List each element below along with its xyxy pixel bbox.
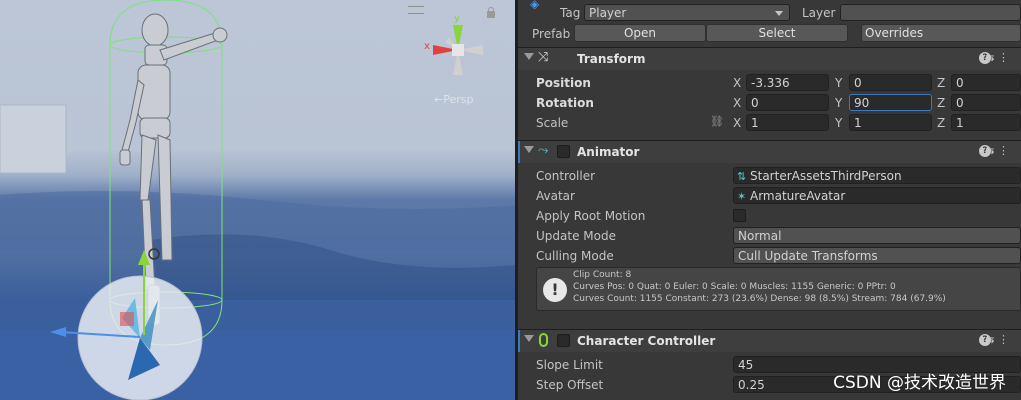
tag-dropdown[interactable]: Player (584, 4, 790, 21)
avatar-value: ArmatureAvatar (750, 189, 846, 203)
scene-panel-plane (0, 104, 67, 174)
transform-title: Transform (577, 52, 646, 66)
transform-header[interactable]: ⤨ Transform ? ⇆ ⋮ (518, 47, 1021, 70)
transform-icon: ⤨ (538, 50, 549, 65)
preset-icon[interactable]: ⇆ ⋮ (985, 333, 1009, 346)
axis-z-label: Z (937, 116, 946, 130)
gizmo-x-label: x (424, 41, 430, 52)
character-controller-title: Character Controller (577, 334, 716, 348)
inspector-panel: ◈ Tag Player Layer Prefab Open Select Ov… (518, 0, 1021, 400)
prefab-select-button[interactable]: Select (706, 24, 848, 42)
lock-shackle (488, 7, 494, 13)
slope-limit-label: Slope Limit (536, 358, 603, 372)
rotation-row: Rotation X 0 Y 90 Z 0 (518, 93, 1021, 113)
update-mode-dropdown[interactable]: Normal (733, 227, 1021, 244)
axis-y-label: Y (835, 116, 843, 130)
update-mode-row: Update Mode Normal (518, 226, 1021, 246)
culling-mode-dropdown[interactable]: Cull Update Transforms (733, 247, 1021, 264)
axis-x-label: X (733, 96, 742, 110)
animator-controller-icon: ⇅ (737, 170, 747, 183)
culling-mode-row: Culling Mode Cull Update Transforms (518, 246, 1021, 266)
animator-info-box: ! Clip Count: 8 Curves Pos: 0 Quat: 0 Eu… (536, 267, 1021, 311)
position-x-field[interactable]: -3.336 (746, 74, 829, 91)
step-offset-label: Step Offset (536, 378, 604, 392)
watermark-text: CSDN @技术改造世界 (833, 373, 1006, 393)
layer-dropdown[interactable] (840, 4, 1021, 21)
info-curves-count: Curves Count: 1155 Constant: 273 (23.6%)… (573, 294, 946, 304)
info-clip-count: Clip Count: 8 (573, 270, 632, 280)
fold-arrow-icon[interactable] (524, 146, 534, 153)
controller-object-field[interactable]: ⇅ StarterAssetsThirdPerson (733, 167, 1021, 184)
apply-root-motion-checkbox[interactable] (733, 209, 746, 222)
ground-plane (0, 330, 515, 400)
layer-label: Layer (802, 6, 836, 20)
preset-icon[interactable]: ⇆ ⋮ (985, 51, 1009, 64)
scale-z-field[interactable]: 1 (951, 114, 1021, 131)
scale-label: Scale (536, 116, 569, 130)
gameobject-icon: ◈ (530, 0, 540, 11)
rotation-x-field[interactable]: 0 (746, 94, 829, 111)
axis-z-label: Z (937, 76, 946, 90)
character-controller-enabled-checkbox[interactable] (557, 334, 570, 347)
constrain-proportions-icon[interactable]: ⛓ (710, 115, 724, 128)
update-mode-value: Normal (738, 229, 782, 243)
prefab-overrides-dropdown[interactable]: Overrides (861, 24, 1021, 42)
prefab-open-button[interactable]: Open (574, 24, 706, 42)
apply-root-motion-label: Apply Root Motion (536, 209, 646, 223)
component-accent-bar (518, 141, 520, 163)
chevron-down-icon (775, 11, 783, 16)
rotation-label: Rotation (536, 96, 594, 110)
animator-icon: ⤳ (538, 143, 549, 158)
avatar-row: Avatar ✶ ArmatureAvatar (518, 186, 1021, 206)
gizmo-y-label: y (454, 13, 460, 24)
tag-layer-row: ◈ Tag Player Layer (518, 0, 1021, 23)
character-controller-header[interactable]: Character Controller ? ⇆ ⋮ (518, 329, 1021, 352)
fold-arrow-icon[interactable] (524, 53, 534, 60)
character-controller-icon (539, 333, 548, 347)
persp-label[interactable]: ←Persp (434, 93, 473, 106)
position-label: Position (536, 76, 591, 90)
axis-x-label: X (733, 116, 742, 130)
info-warning-icon: ! (543, 278, 567, 302)
preset-icon[interactable]: ⇆ ⋮ (985, 144, 1009, 157)
info-curves-pos: Curves Pos: 0 Quat: 0 Euler: 0 Scale: 0 … (573, 282, 896, 292)
controller-label: Controller (536, 169, 596, 183)
fold-arrow-icon[interactable] (524, 335, 534, 342)
avatar-label: Avatar (536, 189, 575, 203)
scale-x-field[interactable]: 1 (746, 114, 829, 131)
axis-x-label: X (733, 76, 742, 90)
position-z-field[interactable]: 0 (951, 74, 1021, 91)
controller-value: StarterAssetsThirdPerson (750, 169, 902, 183)
rotation-z-field[interactable]: 0 (951, 94, 1021, 111)
position-y-field[interactable]: 0 (849, 74, 932, 91)
animator-enabled-checkbox[interactable] (557, 145, 570, 158)
prefab-row: Prefab Open Select Overrides (518, 24, 1021, 44)
scene-view[interactable]: y x ←Persp (0, 0, 515, 400)
prefab-label: Prefab (532, 27, 571, 41)
tag-value: Player (589, 6, 627, 20)
avatar-icon: ✶ (737, 190, 747, 203)
position-row: Position X -3.336 Y 0 Z 0 (518, 73, 1021, 93)
culling-mode-value: Cull Update Transforms (738, 249, 878, 263)
scene-menu-lines-icon[interactable] (408, 6, 424, 14)
animator-title: Animator (577, 145, 640, 159)
culling-mode-label: Culling Mode (536, 249, 614, 263)
axis-z-label: Z (937, 96, 946, 110)
controller-row: Controller ⇅ StarterAssetsThirdPerson (518, 166, 1021, 186)
scale-y-field[interactable]: 1 (849, 114, 932, 131)
axis-y-label: Y (835, 96, 843, 110)
scale-row: Scale ⛓ X 1 Y 1 Z 1 (518, 113, 1021, 133)
apply-root-motion-row: Apply Root Motion (518, 206, 1021, 226)
animator-header[interactable]: ⤳ Animator ? ⇆ ⋮ (518, 140, 1021, 163)
axis-y-label: Y (835, 76, 843, 90)
tag-label: Tag (560, 6, 581, 20)
avatar-object-field[interactable]: ✶ ArmatureAvatar (733, 187, 1021, 204)
component-accent-bar (518, 330, 520, 352)
orientation-gizmo[interactable] (423, 15, 493, 85)
rotation-y-field[interactable]: 90 (849, 94, 932, 111)
update-mode-label: Update Mode (536, 229, 616, 243)
